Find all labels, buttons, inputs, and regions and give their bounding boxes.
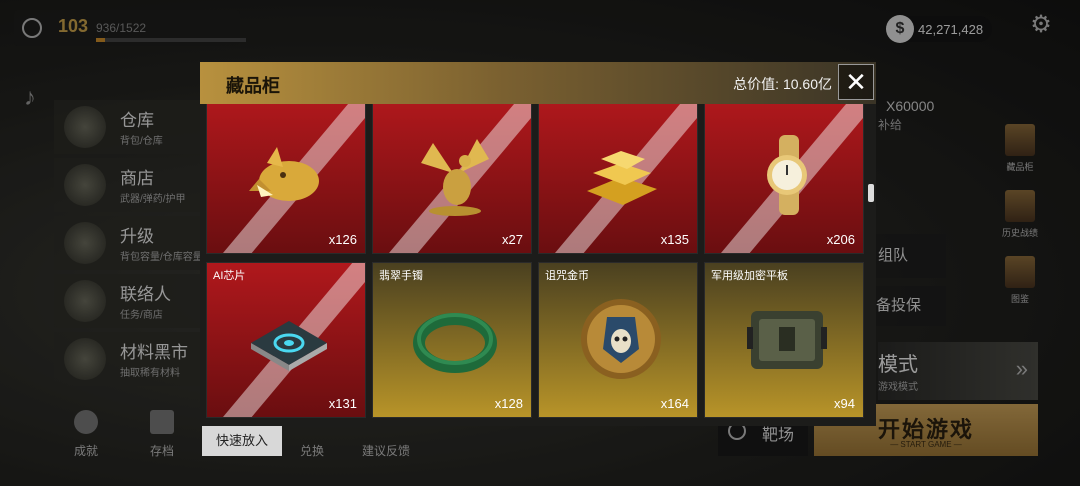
- golden-wolf-head-icon: [249, 147, 319, 201]
- item-count: x27: [502, 232, 523, 247]
- item-count: x126: [328, 232, 357, 247]
- item-card[interactable]: x206: [704, 104, 864, 254]
- gold-bars-icon: [587, 151, 657, 205]
- jade-bracelet-icon: [413, 313, 497, 373]
- item-card[interactable]: x135: [538, 104, 698, 254]
- item-card[interactable]: 翡翠手镯 x128: [372, 262, 532, 418]
- close-button[interactable]: ✕: [838, 64, 874, 100]
- item-count: x135: [660, 232, 689, 247]
- item-count: x94: [834, 396, 855, 411]
- item-count: x164: [660, 396, 689, 411]
- military-tablet-icon: [747, 311, 827, 369]
- item-count: x131: [328, 396, 357, 411]
- quick-put-button[interactable]: 快速放入: [202, 426, 282, 456]
- modal-header: 藏品柜 总价值: 10.60亿 ✕: [200, 62, 876, 104]
- item-count: x128: [494, 396, 523, 411]
- item-card[interactable]: 诅咒金币 x164: [538, 262, 698, 418]
- golden-dragon-statue-icon: [421, 139, 489, 216]
- total-value: 总价值: 10.60亿: [733, 76, 832, 92]
- collection-cabinet-modal: 藏品柜 总价值: 10.60亿 ✕ x126 x27 x135 x206 AI芯…: [200, 62, 876, 426]
- cursed-coin-icon: [581, 299, 661, 379]
- item-count: x206: [826, 232, 855, 247]
- ai-chip-icon: [251, 321, 327, 371]
- gold-watch-icon: [767, 135, 807, 215]
- item-card[interactable]: x27: [372, 104, 532, 254]
- modal-title: 藏品柜: [226, 76, 280, 96]
- item-card[interactable]: 军用级加密平板 x94: [704, 262, 864, 418]
- item-name: 翡翠手镯: [379, 270, 423, 282]
- item-name: 诅咒金币: [545, 270, 589, 282]
- item-card[interactable]: x126: [206, 104, 366, 254]
- item-name: AI芯片: [213, 270, 246, 282]
- item-card[interactable]: AI芯片 x131: [206, 262, 366, 418]
- item-grid[interactable]: x126 x27 x135 x206 AI芯片 x131 翡翠手镯 x128 诅…: [200, 104, 876, 426]
- scrollbar-thumb[interactable]: [868, 184, 874, 202]
- item-name: 军用级加密平板: [711, 270, 788, 282]
